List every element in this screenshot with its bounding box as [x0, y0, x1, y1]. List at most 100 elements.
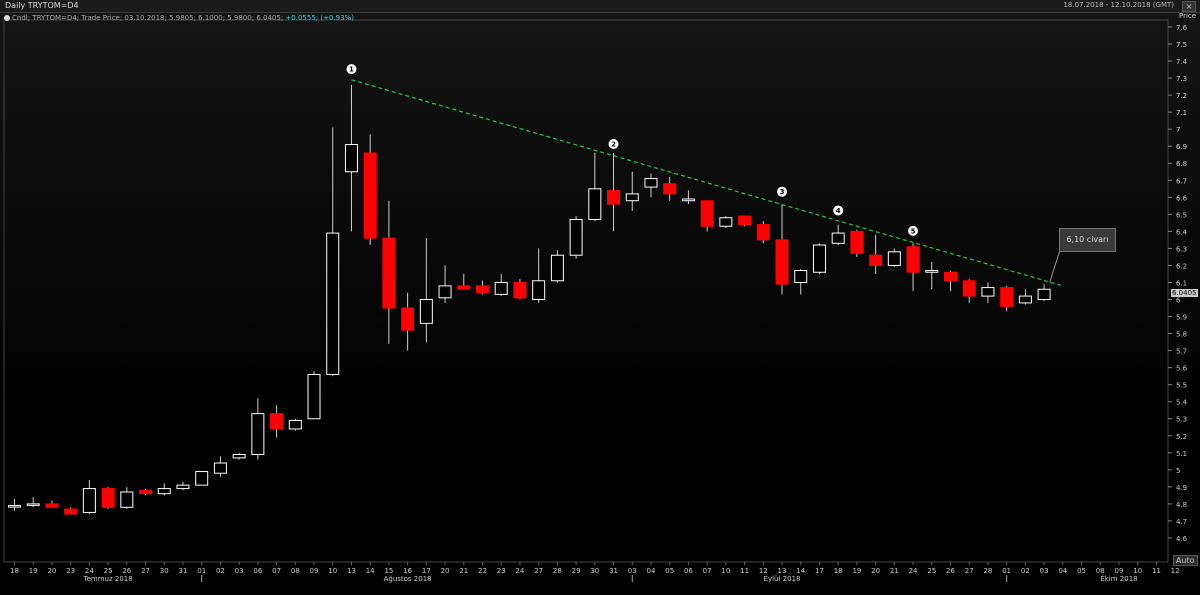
x-tick-label: 24 [85, 567, 94, 575]
candle [139, 488, 153, 496]
x-tick-label: 28 [983, 567, 992, 575]
y-tick-label: 5.1 [1176, 450, 1187, 458]
x-tick-label: 17 [422, 567, 431, 575]
candle-body [925, 270, 939, 273]
x-tick-label: 12 [1171, 567, 1180, 575]
series-legend: Cndl; TRYTOM=D4; Trade Price; 03.10.2018… [4, 14, 354, 22]
candle-body [1018, 295, 1032, 304]
candle [756, 221, 770, 244]
x-tick-label: 18 [834, 567, 843, 575]
y-tick-label: 5.8 [1176, 331, 1187, 339]
y-tick-label: 6.8 [1176, 160, 1187, 168]
x-tick-label: 22 [478, 567, 487, 575]
x-tick-label: 12 [759, 567, 768, 575]
candle-body [812, 244, 826, 273]
y-tick-label: 6.7 [1176, 177, 1187, 185]
candle [513, 279, 527, 300]
candle-body [569, 218, 583, 256]
candle-body [532, 280, 546, 301]
x-tick-label: 02 [216, 567, 225, 575]
candle-body [700, 200, 714, 227]
candle-body [607, 189, 621, 205]
candle [550, 250, 564, 283]
x-tick-label: 16 [403, 567, 412, 575]
candle-body [476, 285, 489, 294]
y-tick-label: 4.8 [1176, 501, 1187, 509]
y-tick-label: 5 [1176, 467, 1180, 475]
candle [157, 483, 171, 496]
candle-body [681, 198, 695, 202]
candle [850, 229, 864, 257]
y-tick-label: 6.3 [1176, 245, 1187, 253]
y-tick-label: 6 [1176, 297, 1181, 305]
candle-body [644, 178, 658, 188]
candle [476, 280, 489, 295]
candle-body [1000, 287, 1014, 307]
candle [120, 486, 134, 510]
candle [775, 204, 789, 295]
candle-body [232, 454, 246, 459]
last-price-tag: 6.0405 [1171, 289, 1198, 297]
annotation-connector [1049, 249, 1061, 283]
auto-scale-button[interactable]: Auto [1173, 555, 1198, 566]
candle [382, 200, 396, 344]
candle [625, 171, 639, 211]
candle-body [663, 183, 677, 195]
candle-body [588, 188, 602, 220]
candle-body [438, 285, 452, 299]
candle-body [101, 488, 115, 508]
y-tick-label: 5.2 [1176, 433, 1187, 441]
candle [681, 190, 695, 205]
candle-body [419, 299, 433, 324]
candle [307, 371, 321, 420]
x-tick-label: 06 [684, 567, 693, 575]
candle-body [26, 503, 40, 506]
y-tick-label: 4.7 [1176, 518, 1187, 526]
y-tick-label: 6.1 [1176, 279, 1187, 287]
candle-body [625, 193, 639, 202]
candle-body [45, 503, 59, 508]
x-tick-label: 11 [740, 567, 749, 575]
x-tick-label: 23 [66, 567, 75, 575]
x-tick-label: 13 [778, 567, 787, 575]
candle-body [307, 373, 321, 420]
y-tick-label: 6.6 [1176, 194, 1188, 202]
candle-body [962, 280, 976, 297]
legend-change: +0.0555; (+0.93%) [285, 14, 354, 22]
trend-line [351, 79, 1063, 287]
x-tick-label: 27 [141, 567, 150, 575]
candle-body [326, 232, 340, 375]
candle [213, 456, 227, 477]
candle [82, 480, 96, 515]
candle [326, 127, 340, 377]
candle [288, 418, 302, 431]
x-tick-label: 07 [272, 567, 281, 575]
candle-body [719, 217, 733, 227]
candle-body [157, 488, 171, 495]
close-button[interactable]: × [1182, 1, 1196, 12]
y-tick-label: 6.2 [1176, 262, 1187, 270]
candle-body [887, 251, 901, 266]
x-tick-label: 11 [1152, 567, 1161, 575]
candle [812, 243, 826, 274]
marker-label: 3 [780, 188, 785, 196]
candle [363, 134, 377, 245]
candle-body [82, 488, 96, 513]
marker-label: 2 [611, 141, 616, 149]
x-tick-label: 18 [10, 567, 19, 575]
month-label: Eylül 2018 [764, 575, 801, 583]
y-tick-label: 7 [1176, 126, 1180, 134]
x-tick-label: 13 [347, 567, 356, 575]
candle-body [195, 471, 209, 486]
y-tick-label: 7.4 [1176, 58, 1188, 66]
candlestick-chart[interactable]: 4.6 4.7 4.8 4.9 5 5.1 5.2 5.3 5.4 5.5 5.6 5.7 5.8 5.9… [0, 0, 1200, 595]
candle-body [513, 281, 527, 299]
candle [588, 153, 602, 222]
candle [26, 497, 40, 508]
candle [607, 153, 621, 232]
x-tick-label: 19 [852, 567, 861, 575]
month-label: Ekim 2018 [1100, 575, 1137, 583]
candle [438, 265, 452, 303]
y-tick-label: 5.4 [1176, 399, 1188, 407]
candle-body [213, 462, 227, 474]
